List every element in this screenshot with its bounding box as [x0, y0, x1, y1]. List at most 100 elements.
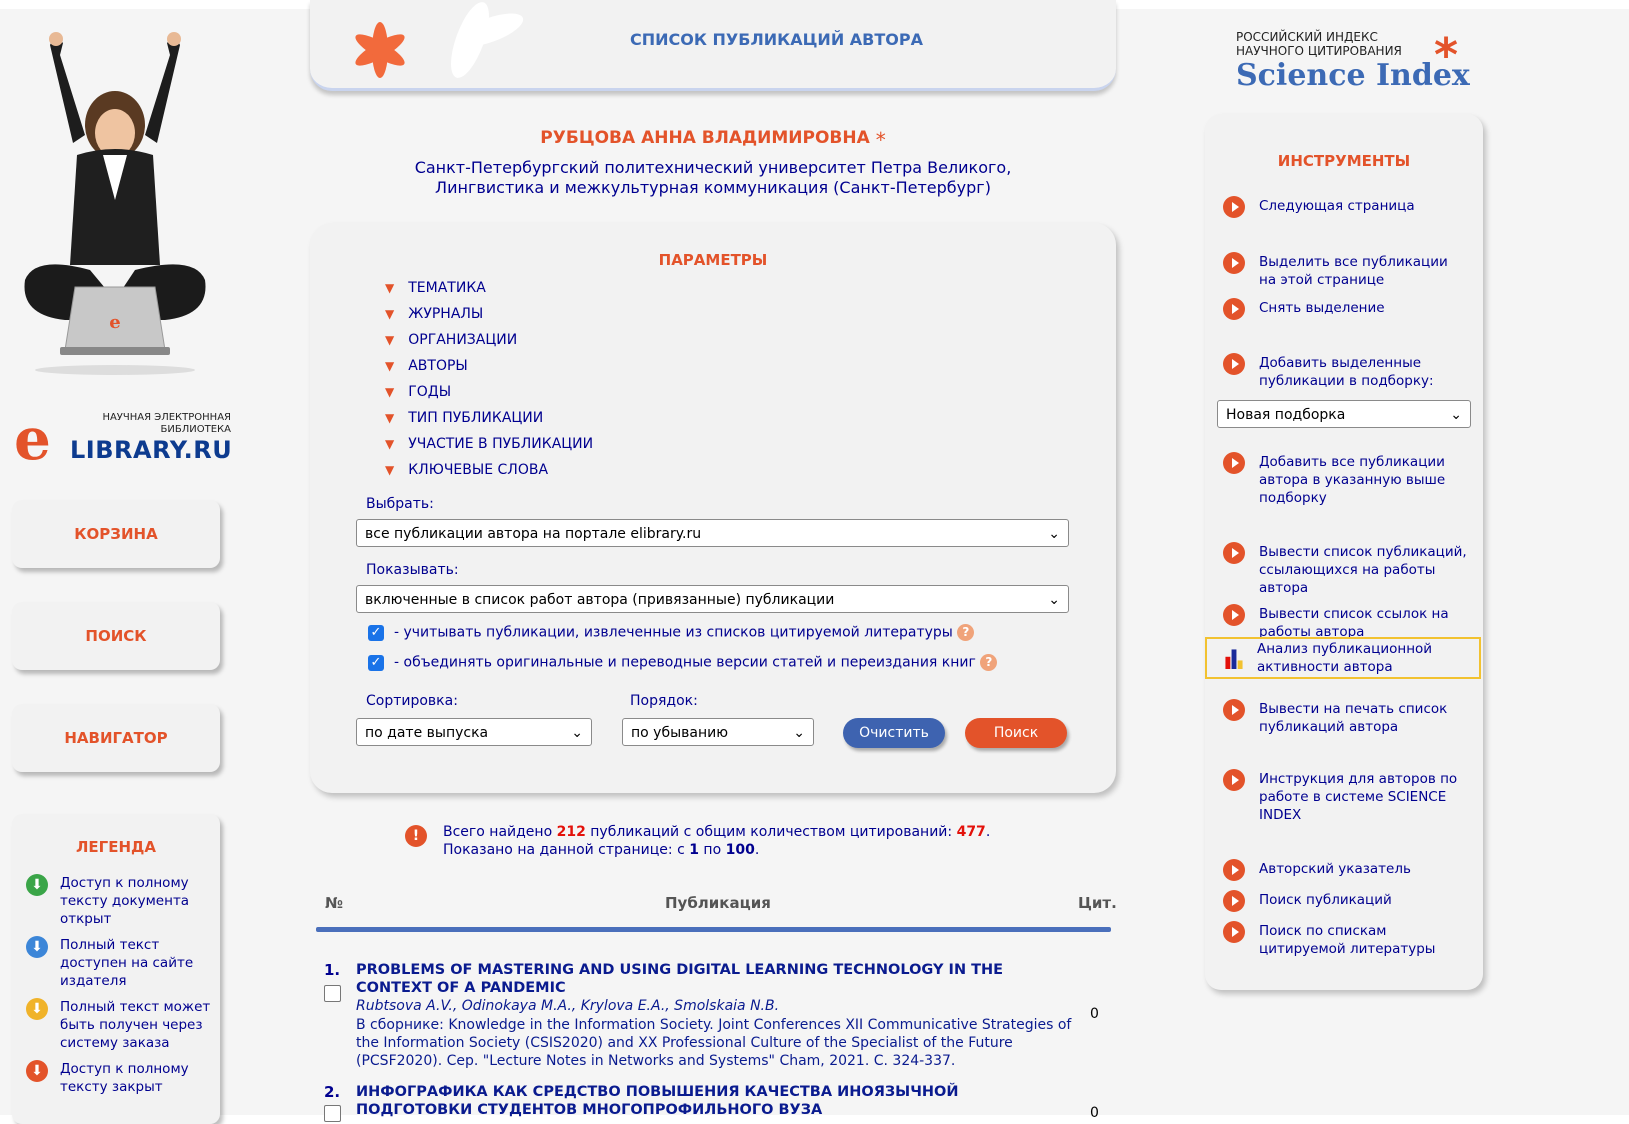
download-publisher-icon: ⬇ [26, 936, 48, 958]
search-button[interactable]: ПОИСК [12, 602, 220, 670]
row-number: 2. [324, 1083, 341, 1101]
elibrary-logo[interactable]: e НАУЧНАЯ ЭЛЕКТРОННАЯ БИБЛИОТЕКА LIBRARY… [14, 409, 232, 469]
analysis-link[interactable]: Анализ публикационной активности автора [1205, 637, 1481, 679]
refs-list-link[interactable]: Вывести список ссылок на работы автора [1223, 604, 1473, 640]
arrow-right-icon [1223, 353, 1245, 375]
filter-pub-type[interactable]: ▼ ТИП ПУБЛИКАЦИИ [385, 410, 543, 426]
cart-button[interactable]: КОРЗИНА [12, 500, 220, 568]
page-title: СПИСОК ПУБЛИКАЦИЙ АВТОРА [630, 30, 923, 49]
author-name: РУБЦОВА АННА ВЛАДИМИРОВНА * [310, 128, 1116, 152]
download-open-icon: ⬇ [26, 874, 48, 896]
include-cited-label: - учитывать публикации, извлеченные из с… [394, 624, 953, 641]
row-checkbox[interactable] [324, 985, 341, 1002]
show-dropdown[interactable]: включенные в список работ автора (привяз… [356, 585, 1069, 613]
add-selected-link[interactable]: Добавить выделенные публикации в подборк… [1223, 353, 1473, 389]
tool-label: Снять выделение [1259, 300, 1385, 316]
select-scope-dropdown[interactable]: все публикации автора на портале elibrar… [356, 519, 1069, 547]
triangle-down-icon: ▼ [385, 333, 395, 347]
legend-text: Полный текст может быть получен через си… [60, 999, 211, 1051]
tool-label: Следующая страница [1259, 198, 1415, 214]
publication-source: В сборнике: Knowledge in the Information… [356, 1017, 1072, 1069]
select-scope-value: все публикации автора на портале elibrar… [365, 526, 702, 542]
triangle-down-icon: ▼ [385, 359, 395, 373]
legend-panel: ЛЕГЕНДА ⬇ Доступ к полному тексту докуме… [12, 814, 220, 1124]
bar-chart-icon [1225, 649, 1243, 669]
arrow-right-icon [1223, 859, 1245, 881]
order-dropdown[interactable]: по убыванию ⌄ [622, 718, 814, 746]
publication-authors: Rubtsova A.V., Odinokaya M.A., Krylova E… [356, 998, 780, 1014]
sort-label: Сортировка: [366, 693, 458, 709]
filter-label: ЖУРНАЛЫ [408, 306, 484, 322]
filter-label: ТЕМАТИКА [408, 280, 486, 296]
shown-to: 100 [725, 842, 755, 858]
filter-participation[interactable]: ▼ УЧАСТИЕ В ПУБЛИКАЦИИ [385, 436, 593, 452]
tool-label: Авторский указатель [1259, 861, 1411, 877]
info-icon: ! [405, 825, 427, 847]
chevron-down-icon: ⌄ [571, 725, 583, 741]
download-order-icon: ⬇ [26, 998, 48, 1020]
author-index-link[interactable]: Авторский указатель [1223, 859, 1473, 881]
help-icon[interactable]: ? [957, 624, 975, 641]
asterisk-icon: * [875, 128, 886, 152]
filter-journals[interactable]: ▼ ЖУРНАЛЫ [385, 306, 483, 322]
filter-organizations[interactable]: ▼ ОРГАНИЗАЦИИ [385, 332, 517, 348]
flower-decoration-icon [355, 2, 524, 78]
row-checkbox[interactable] [324, 1105, 341, 1122]
tool-label: Анализ публикационной активности автора [1257, 641, 1433, 675]
print-list-link[interactable]: Вывести на печать список публикаций авто… [1223, 699, 1473, 735]
triangle-down-icon: ▼ [385, 385, 395, 399]
triangle-down-icon: ▼ [385, 307, 395, 321]
download-closed-icon: ⬇ [26, 1060, 48, 1082]
shown-mid: по [698, 842, 726, 858]
instructions-link[interactable]: Инструкция для авторов по работе в систе… [1223, 769, 1473, 823]
add-all-link[interactable]: Добавить все публикации автора в указанн… [1223, 452, 1473, 506]
filter-keywords[interactable]: ▼ КЛЮЧЕВЫЕ СЛОВА [385, 462, 548, 478]
legend-text: Доступ к полному тексту документа открыт [60, 875, 190, 927]
navigator-button[interactable]: НАВИГАТОР [12, 704, 220, 772]
arrow-right-icon [1223, 769, 1245, 791]
arrow-right-icon [1223, 298, 1245, 320]
column-header-number: № [325, 894, 344, 912]
parameters-title: ПАРАМЕТРЫ [658, 251, 768, 269]
author-name-text: РУБЦОВА АННА ВЛАДИМИРОВНА [540, 128, 870, 148]
tool-label: Инструкция для авторов по работе в систе… [1259, 771, 1458, 823]
arrow-right-icon [1223, 252, 1245, 274]
filter-authors[interactable]: ▼ АВТОРЫ [385, 358, 468, 374]
tool-label: Вывести на печать список публикаций авто… [1259, 701, 1448, 735]
citing-list-link[interactable]: Вывести список публикаций, ссылающихся н… [1223, 542, 1473, 596]
publication-search-link[interactable]: Поиск публикаций [1223, 890, 1473, 912]
filter-years[interactable]: ▼ ГОДЫ [385, 384, 451, 400]
select-label: Выбрать: [366, 496, 434, 512]
tools-title: ИНСТРУМЕНТЫ [1277, 152, 1411, 170]
page-title-tab: СПИСОК ПУБЛИКАЦИЙ АВТОРА [310, 0, 1116, 91]
filter-topic[interactable]: ▼ ТЕМАТИКА [385, 280, 486, 296]
merge-versions-checkbox[interactable]: ✓ [368, 655, 384, 671]
legend-text: Полный текст доступен на сайте издателя [60, 937, 194, 989]
reference-search-link[interactable]: Поиск по спискам цитируемой литературы [1223, 921, 1473, 957]
search-submit-button[interactable]: Поиск [965, 718, 1067, 748]
hero-illustration: e [24, 32, 206, 375]
publication-title-link[interactable]: ИНФОГРАФИКА КАК СРЕДСТВО ПОВЫШЕНИЯ КАЧЕС… [356, 1083, 1066, 1119]
sort-dropdown[interactable]: по дате выпуска ⌄ [356, 718, 592, 746]
arrow-right-icon [1223, 604, 1245, 626]
tool-label: Вывести список ссылок на работы автора [1259, 606, 1449, 640]
chevron-down-icon: ⌄ [1450, 407, 1462, 423]
clear-button[interactable]: Очистить [843, 718, 945, 748]
tools-panel: ИНСТРУМЕНТЫ Следующая страница Выделить … [1205, 114, 1483, 990]
collection-dropdown[interactable]: Новая подборка ⌄ [1217, 400, 1471, 428]
shown-end: . [754, 842, 760, 858]
science-index-line1: РОССИЙСКИЙ ИНДЕКС [1236, 30, 1378, 44]
deselect-link[interactable]: Снять выделение [1223, 298, 1473, 320]
science-index-subtitle: РОССИЙСКИЙ ИНДЕКС НАУЧНОГО ЦИТИРОВАНИЯ [1236, 30, 1402, 58]
select-all-link[interactable]: Выделить все публикации на этой странице [1223, 252, 1473, 288]
science-index-logo[interactable]: РОССИЙСКИЙ ИНДЕКС НАУЧНОГО ЦИТИРОВАНИЯ S… [1236, 28, 1476, 98]
next-page-link[interactable]: Следующая страница [1223, 196, 1473, 218]
summary-text: Всего найдено 212 публикаций с общим кол… [443, 823, 1043, 859]
help-icon[interactable]: ? [980, 654, 998, 671]
tool-label: Добавить выделенные публикации в подборк… [1259, 355, 1434, 389]
include-cited-checkbox[interactable]: ✓ [368, 625, 384, 641]
arrow-right-icon [1223, 196, 1245, 218]
shown-prefix: Показано на данной странице: с [443, 842, 690, 858]
citation-count-cell: 0 [1090, 1006, 1099, 1022]
publication-title-link[interactable]: PROBLEMS OF MASTERING AND USING DIGITAL … [356, 961, 1066, 997]
